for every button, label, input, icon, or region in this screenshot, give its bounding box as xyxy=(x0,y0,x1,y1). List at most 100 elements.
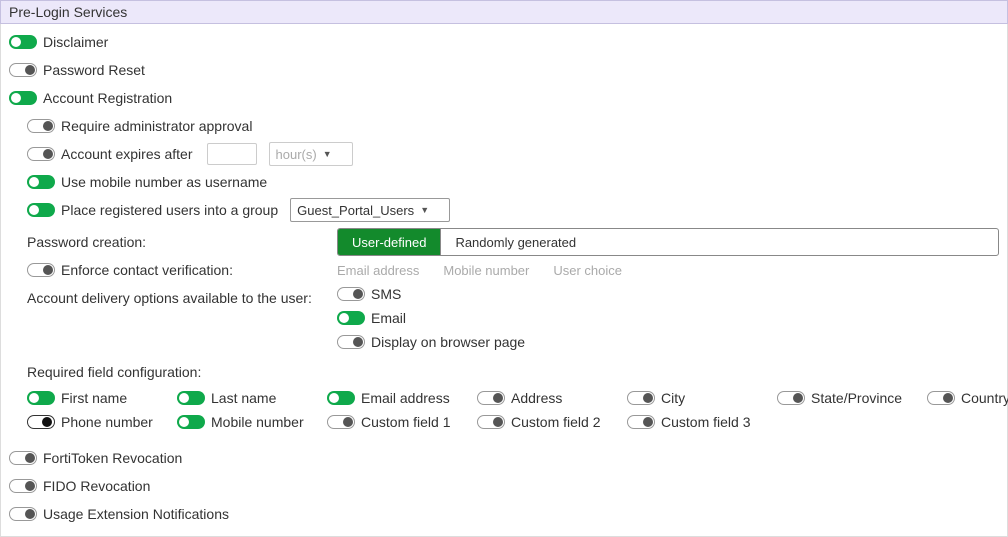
toggle-enforce-verification[interactable] xyxy=(27,263,55,277)
row-password-reset: Password Reset xyxy=(9,56,999,84)
toggle-place-into-group[interactable] xyxy=(27,203,55,217)
toggle-fortitoken-revocation[interactable] xyxy=(9,451,37,465)
toggle-delivery-email[interactable] xyxy=(337,311,365,325)
toggle-field[interactable] xyxy=(627,415,655,429)
label-require-admin-approval: Require administrator approval xyxy=(61,118,252,134)
field-label: Custom field 3 xyxy=(661,414,750,430)
verification-options: Email address Mobile number User choice xyxy=(337,256,999,284)
required-fields-grid: First name Last name Email address Address C… xyxy=(9,390,999,430)
toggle-field[interactable] xyxy=(327,415,355,429)
field-label: Address xyxy=(511,390,562,406)
toggle-usage-extension[interactable] xyxy=(9,507,37,521)
label-delivery-options: Account delivery options available to th… xyxy=(27,290,312,306)
field-label: Custom field 1 xyxy=(361,414,450,430)
row-fido-revocation: FIDO Revocation xyxy=(9,472,999,500)
field-label: Email address xyxy=(361,390,450,406)
toggle-field[interactable] xyxy=(477,415,505,429)
opt-user-choice[interactable]: User choice xyxy=(553,263,622,278)
toggle-require-admin-approval[interactable] xyxy=(27,119,55,133)
seg-user-defined[interactable]: User-defined xyxy=(338,229,440,255)
field-row: Country xyxy=(927,390,1008,406)
toggle-field[interactable] xyxy=(627,391,655,405)
label-password-reset: Password Reset xyxy=(43,62,145,78)
seg-user-defined-label: User-defined xyxy=(352,235,426,250)
field-label: Last name xyxy=(211,390,276,406)
field-row: Custom field 3 xyxy=(627,414,767,430)
field-row: Mobile number xyxy=(177,414,317,430)
field-label: Phone number xyxy=(61,414,153,430)
required-fields-heading-text: Required field configuration: xyxy=(27,364,201,380)
row-account-expires: Account expires after hour(s) ▼ xyxy=(9,140,999,168)
account-expires-unit-label: hour(s) xyxy=(276,147,317,162)
account-expires-input[interactable] xyxy=(207,143,257,165)
toggle-disclaimer[interactable] xyxy=(9,35,37,49)
toggle-password-reset[interactable] xyxy=(9,63,37,77)
label-password-creation: Password creation: xyxy=(27,234,146,250)
section-content: Disclaimer Password Reset Account Regist… xyxy=(0,24,1008,537)
label-fortitoken-revocation: FortiToken Revocation xyxy=(43,450,182,466)
label-delivery-browser: Display on browser page xyxy=(371,334,525,350)
toggle-mobile-as-username[interactable] xyxy=(27,175,55,189)
label-usage-extension: Usage Extension Notifications xyxy=(43,506,229,522)
field-row: City xyxy=(627,390,767,406)
required-fields-heading: Required field configuration: xyxy=(9,358,999,386)
label-account-registration: Account Registration xyxy=(43,90,172,106)
row-enforce-verification: Enforce contact verification: Email addr… xyxy=(9,256,999,284)
row-delivery-options: Account delivery options available to th… xyxy=(9,284,999,352)
field-row: Last name xyxy=(177,390,317,406)
label-place-into-group: Place registered users into a group xyxy=(61,202,278,218)
toggle-field[interactable] xyxy=(477,391,505,405)
field-label: Mobile number xyxy=(211,414,304,430)
toggle-delivery-browser[interactable] xyxy=(337,335,365,349)
field-label: Country xyxy=(961,390,1008,406)
toggle-field[interactable] xyxy=(177,415,205,429)
row-require-admin-approval: Require administrator approval xyxy=(9,112,999,140)
toggle-fido-revocation[interactable] xyxy=(9,479,37,493)
opt-mobile-number[interactable]: Mobile number xyxy=(443,263,529,278)
field-row: Email address xyxy=(327,390,467,406)
section-header: Pre-Login Services xyxy=(0,0,1008,24)
toggle-field[interactable] xyxy=(777,391,805,405)
field-label: State/Province xyxy=(811,390,902,406)
label-mobile-as-username: Use mobile number as username xyxy=(61,174,267,190)
row-usage-extension: Usage Extension Notifications xyxy=(9,500,999,528)
toggle-delivery-sms[interactable] xyxy=(337,287,365,301)
field-row: Address xyxy=(477,390,617,406)
label-delivery-email: Email xyxy=(371,310,406,326)
row-place-into-group: Place registered users into a group Gues… xyxy=(9,196,999,224)
group-select-value: Guest_Portal_Users xyxy=(297,203,414,218)
password-creation-segmented: User-defined Randomly generated xyxy=(337,228,999,256)
field-label: First name xyxy=(61,390,127,406)
label-fido-revocation: FIDO Revocation xyxy=(43,478,150,494)
seg-randomly-generated-label: Randomly generated xyxy=(455,235,576,250)
group-select[interactable]: Guest_Portal_Users ▼ xyxy=(290,198,450,222)
row-fortitoken-revocation: FortiToken Revocation xyxy=(9,444,999,472)
chevron-down-icon: ▼ xyxy=(420,205,429,215)
field-row: State/Province xyxy=(777,390,917,406)
row-account-registration: Account Registration xyxy=(9,84,999,112)
label-account-expires: Account expires after xyxy=(61,146,193,162)
section-title: Pre-Login Services xyxy=(9,4,127,20)
row-password-creation: Password creation: User-defined Randomly… xyxy=(9,228,999,256)
seg-randomly-generated[interactable]: Randomly generated xyxy=(440,229,590,255)
toggle-account-registration[interactable] xyxy=(9,91,37,105)
account-expires-unit-select[interactable]: hour(s) ▼ xyxy=(269,142,353,166)
toggle-account-expires[interactable] xyxy=(27,147,55,161)
toggle-field[interactable] xyxy=(327,391,355,405)
field-label: City xyxy=(661,390,685,406)
label-disclaimer: Disclaimer xyxy=(43,34,108,50)
chevron-down-icon: ▼ xyxy=(323,149,332,159)
toggle-field[interactable] xyxy=(927,391,955,405)
field-row: Custom field 1 xyxy=(327,414,467,430)
row-mobile-as-username: Use mobile number as username xyxy=(9,168,999,196)
field-label: Custom field 2 xyxy=(511,414,600,430)
field-row: Phone number xyxy=(27,414,167,430)
toggle-field[interactable] xyxy=(177,391,205,405)
label-delivery-sms: SMS xyxy=(371,286,401,302)
opt-email-address[interactable]: Email address xyxy=(337,263,419,278)
field-row: First name xyxy=(27,390,167,406)
row-disclaimer: Disclaimer xyxy=(9,28,999,56)
toggle-field[interactable] xyxy=(27,391,55,405)
field-row: Custom field 2 xyxy=(477,414,617,430)
toggle-field[interactable] xyxy=(27,415,55,429)
